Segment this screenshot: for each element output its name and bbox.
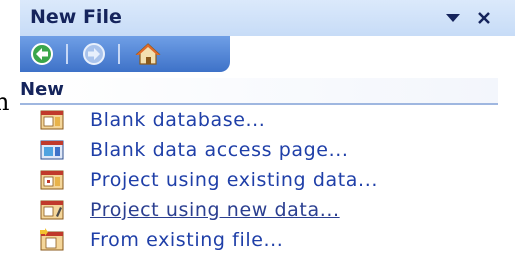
home-icon xyxy=(135,43,161,65)
forward-button[interactable] xyxy=(80,41,108,67)
nav-separator xyxy=(118,44,120,64)
task-pane: New File New Blank database... Blank dat… xyxy=(20,0,515,252)
home-button[interactable] xyxy=(134,41,162,67)
close-icon xyxy=(478,12,490,24)
blank-database-link[interactable]: Blank database... xyxy=(38,106,265,134)
data-access-page-icon xyxy=(40,140,64,160)
project-new-data-icon xyxy=(40,200,64,220)
from-existing-file-link[interactable]: From existing file... xyxy=(38,226,283,254)
section-header-label: New xyxy=(20,79,64,100)
existing-file-icon xyxy=(40,228,64,251)
project-existing-data-icon xyxy=(40,170,64,190)
project-new-data-link[interactable]: Project using new data... xyxy=(38,196,340,224)
blank-data-access-page-label: Blank data access page... xyxy=(90,139,349,161)
triangle-down-icon xyxy=(446,14,460,22)
nav-separator xyxy=(66,44,68,64)
task-pane-titlebar: New File xyxy=(20,0,515,36)
project-new-data-label: Project using new data... xyxy=(90,199,340,221)
database-icon xyxy=(40,110,64,130)
blank-data-access-page-link[interactable]: Blank data access page... xyxy=(38,136,349,164)
close-pane-button[interactable] xyxy=(472,6,496,30)
task-pane-title: New File xyxy=(30,6,122,28)
navigation-bar xyxy=(20,36,230,72)
pane-menu-dropdown-button[interactable] xyxy=(442,8,464,28)
project-existing-data-label: Project using existing data... xyxy=(90,169,378,191)
back-button[interactable] xyxy=(28,41,56,67)
blank-database-label: Blank database... xyxy=(90,109,266,131)
back-icon xyxy=(31,43,53,65)
from-existing-file-label: From existing file... xyxy=(90,229,284,251)
section-header-new: New xyxy=(20,78,498,105)
project-existing-data-link[interactable]: Project using existing data... xyxy=(38,166,378,194)
background-text: n xyxy=(0,88,10,116)
forward-icon xyxy=(83,43,105,65)
